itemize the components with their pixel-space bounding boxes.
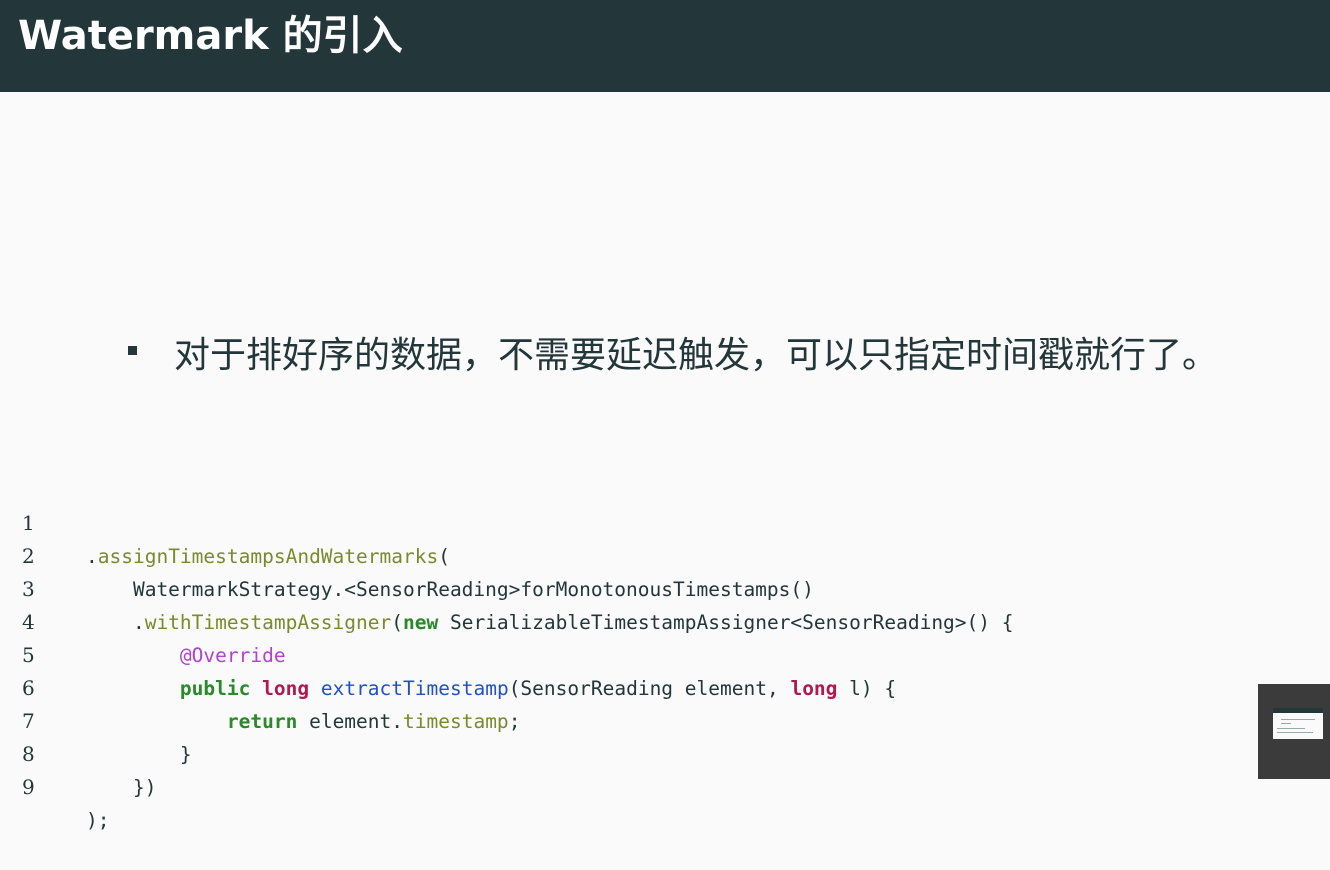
thumbnail-header xyxy=(1273,708,1323,713)
code-line: 9 ); xyxy=(0,738,1250,832)
line-number: 9 xyxy=(22,775,35,799)
bullet-square-icon xyxy=(128,346,137,355)
slide-thumbnail[interactable] xyxy=(1258,684,1330,779)
code-text: ); xyxy=(86,809,110,832)
thumbnail-line xyxy=(1281,719,1315,720)
code-line: 6 return element.timestamp; xyxy=(0,639,1250,733)
code-line: 3 .withTimestampAssigner(new Serializabl… xyxy=(0,540,1250,634)
code-line: 7 } xyxy=(0,672,1250,766)
code-text: }) xyxy=(86,776,157,799)
code-line: 2 WatermarkStrategy.<SensorReading>forMo… xyxy=(0,507,1250,601)
code-line: 8 }) xyxy=(0,705,1250,799)
thumbnail-line xyxy=(1277,728,1305,729)
slide-title: Watermark 的引入 xyxy=(18,13,403,59)
code-line: 5 public long extractTimestamp(SensorRea… xyxy=(0,606,1250,700)
code-line: 4 @Override xyxy=(0,573,1250,667)
slide-header: Watermark 的引入 xyxy=(0,0,1330,92)
code-block: 1 .assignTimestampsAndWatermarks( 2 Wate… xyxy=(0,474,1250,832)
thumbnail-line xyxy=(1277,732,1313,733)
thumbnail-line xyxy=(1281,723,1291,724)
bullet-text: 对于排好序的数据，不需要延迟触发，可以只指定时间戳就行了。 xyxy=(174,335,1219,376)
thumbnail-preview xyxy=(1273,708,1323,739)
code-line: 1 .assignTimestampsAndWatermarks( xyxy=(0,474,1250,568)
